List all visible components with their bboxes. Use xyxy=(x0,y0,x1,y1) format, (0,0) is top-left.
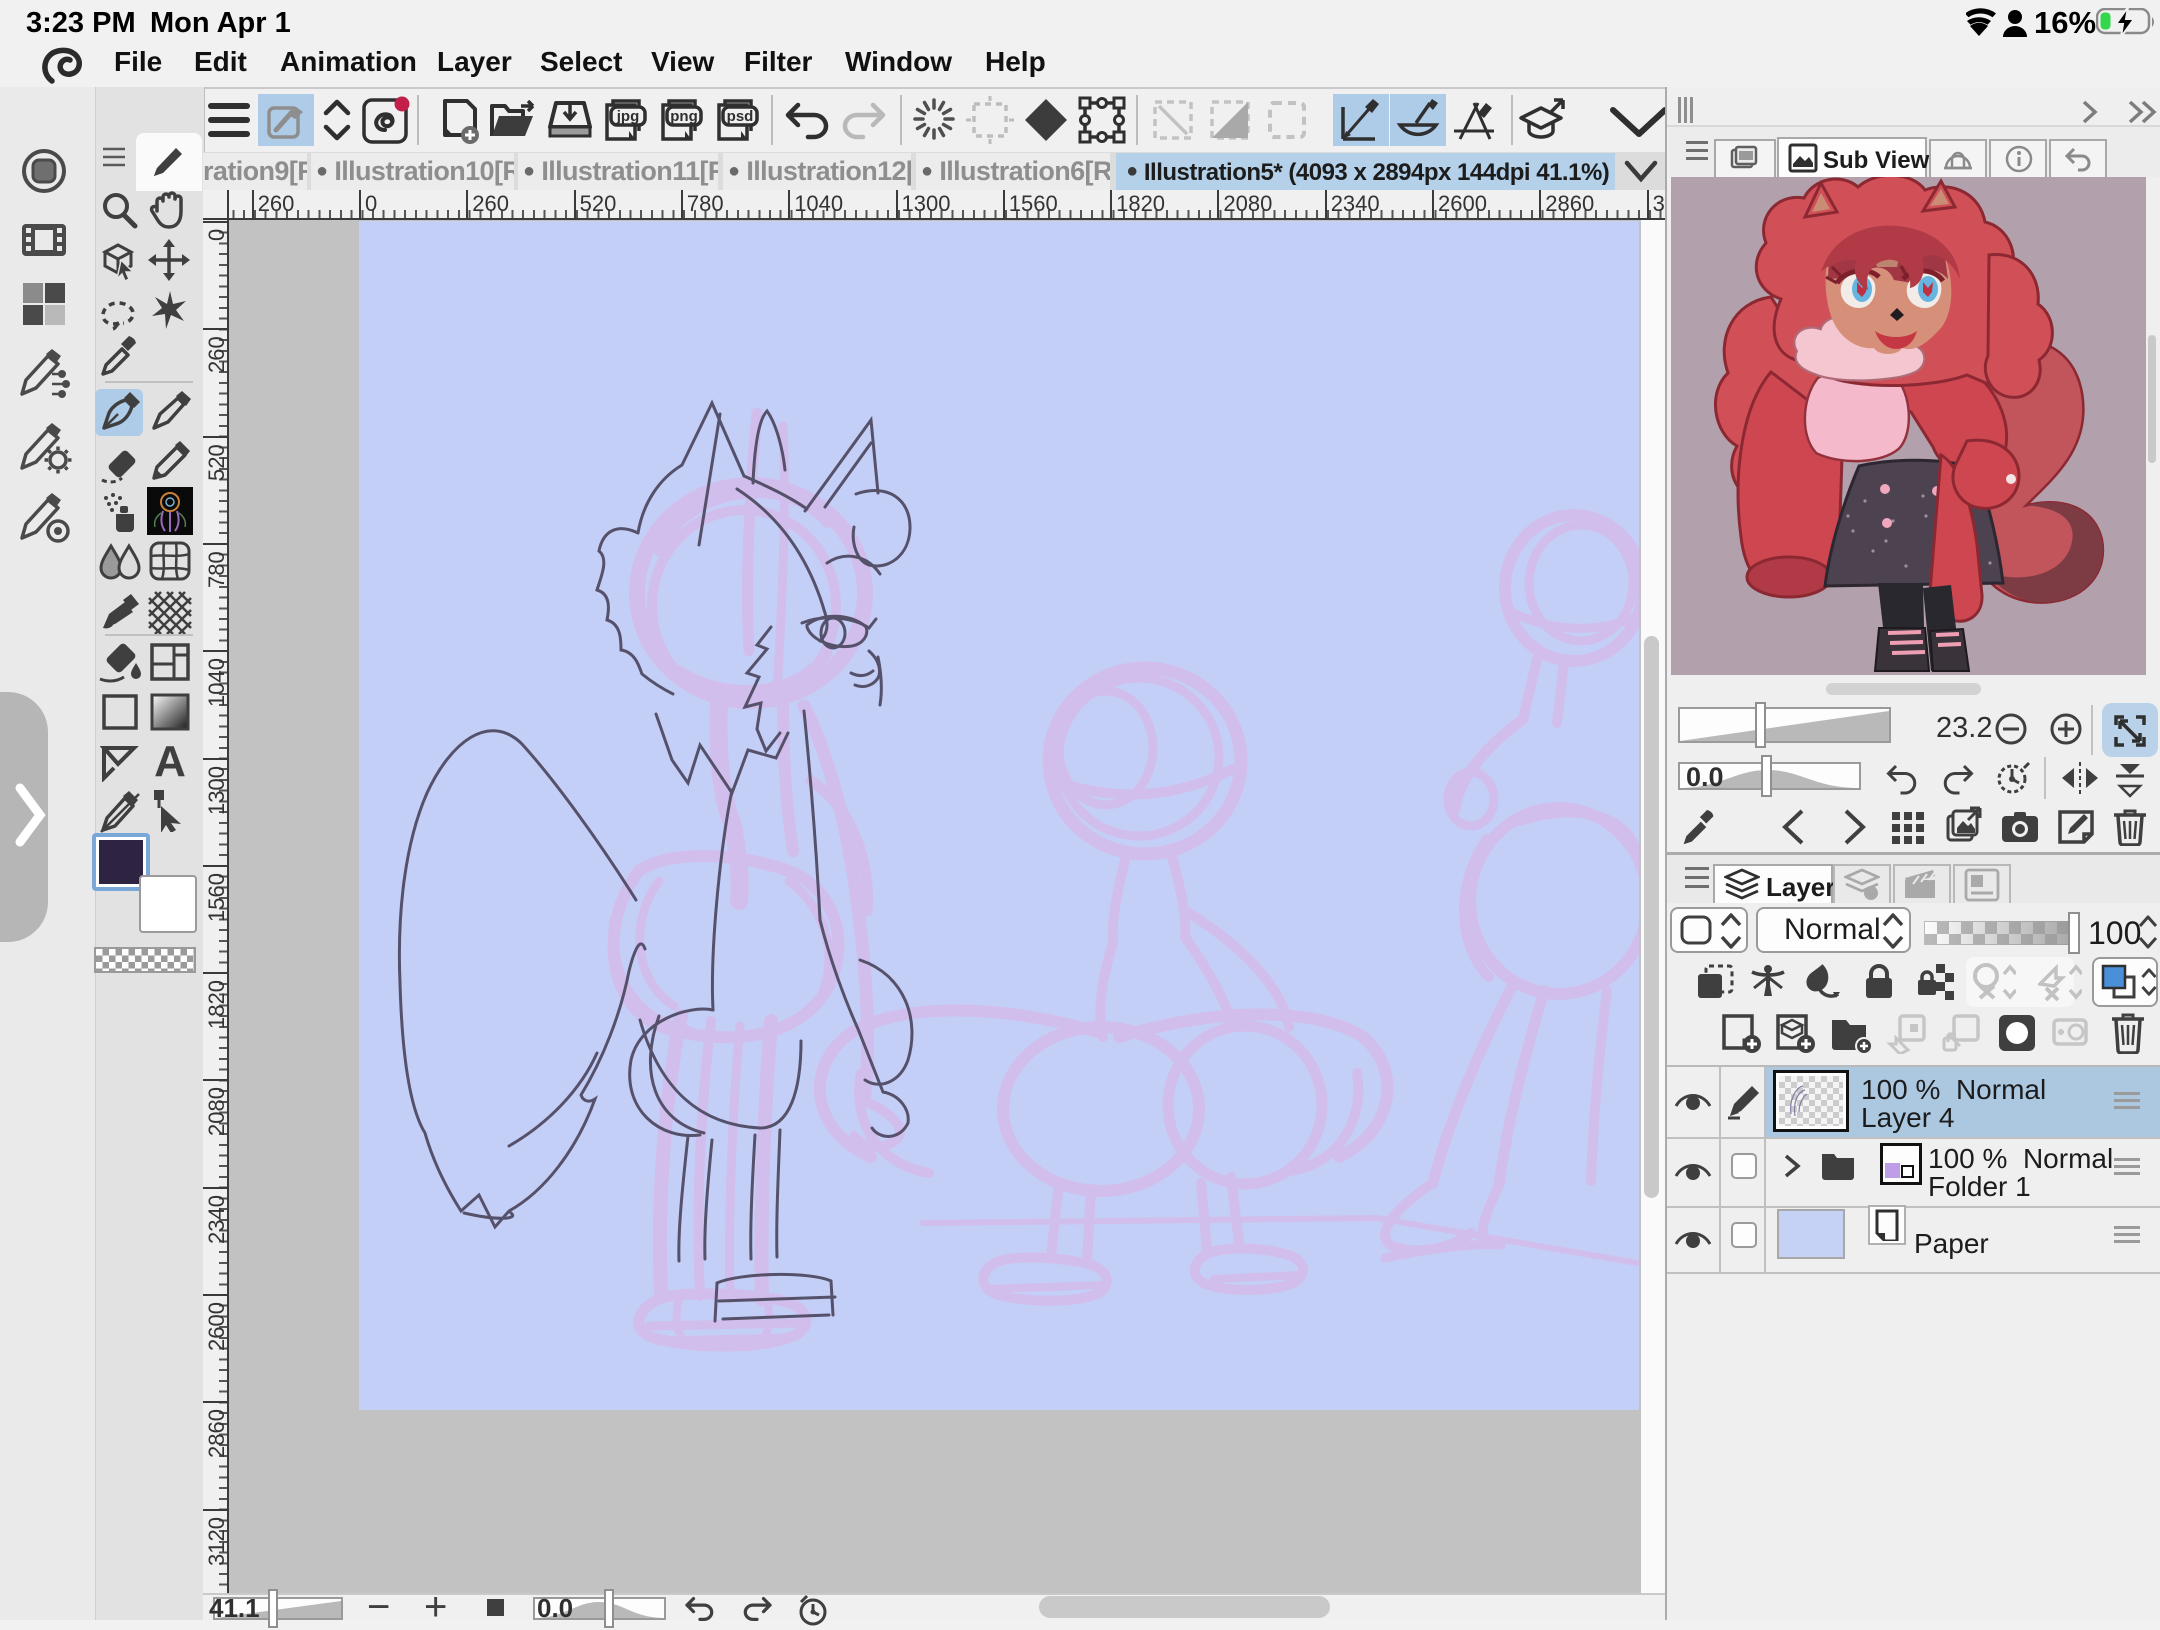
svg-text:png: png xyxy=(670,108,698,125)
svg-text:A: A xyxy=(154,740,186,782)
svg-text:jpg: jpg xyxy=(616,108,640,125)
svg-text:psd: psd xyxy=(727,108,754,125)
